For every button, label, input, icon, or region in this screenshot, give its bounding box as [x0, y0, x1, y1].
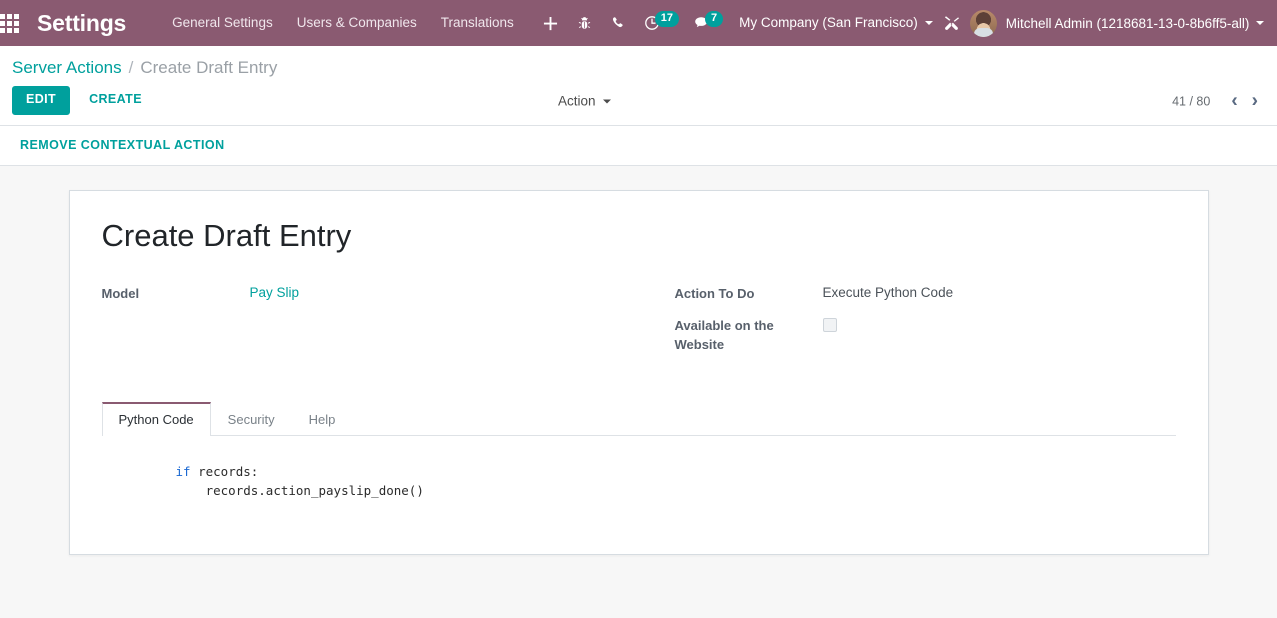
record-pager: 41 / 80 ‹ ›	[1172, 92, 1265, 111]
contextual-action-bar: REMOVE CONTEXTUAL ACTION	[0, 125, 1277, 166]
page-title: Create Draft Entry	[101, 217, 352, 253]
messages-count-badge: 7	[705, 11, 724, 27]
notebook-tabs: Python Code Security Help	[101, 401, 1176, 436]
company-switcher-label: My Company (San Francisco)	[739, 15, 918, 30]
apps-menu-button[interactable]	[0, 0, 19, 46]
content-area: Create Draft Entry Model Pay Slip Action…	[0, 165, 1277, 601]
field-model: Model Pay Slip	[102, 283, 639, 309]
notebook: Python Code Security Help if records: re…	[101, 401, 1176, 536]
python-keyword-if: if	[175, 463, 191, 479]
user-menu-chevron-down-icon	[1256, 21, 1265, 25]
control-panel-buttons: EDIT CREATE Action 41 / 80 ‹ ›	[0, 78, 1277, 125]
bug-icon	[579, 16, 591, 29]
apps-grid-icon	[0, 13, 19, 33]
activities-menu-button[interactable]: 17	[636, 0, 685, 46]
action-dropdown-label: Action	[558, 93, 596, 109]
company-switcher[interactable]: My Company (San Francisco)	[729, 0, 943, 46]
navbar-icon-group: 17 7	[534, 0, 729, 46]
debug-icon-button[interactable]	[568, 0, 602, 46]
form-column-right: Action To Do Execute Python Code Availab…	[639, 283, 1176, 360]
phone-icon-button[interactable]	[602, 0, 636, 46]
activities-count-badge: 17	[654, 11, 680, 27]
python-code-editor[interactable]: if records: records.action_payslip_done(…	[102, 462, 1176, 500]
field-available-on-website-value	[822, 315, 837, 337]
action-dropdown[interactable]: Action	[558, 94, 611, 109]
form-columns: Model Pay Slip Action To Do Execute Pyth…	[102, 283, 1176, 360]
avatar	[969, 9, 997, 37]
top-navbar: Settings General Settings Users & Compan…	[0, 0, 1277, 46]
field-action-to-do-label: Action To Do	[674, 285, 755, 301]
pager-count: 41 / 80	[1172, 94, 1211, 109]
nav-item-users-and-companies[interactable]: Users & Companies	[285, 0, 429, 46]
tab-security[interactable]: Security	[211, 402, 292, 436]
python-code-body: records: records.action_payslip_done()	[198, 463, 424, 498]
remove-contextual-action-button[interactable]: REMOVE CONTEXTUAL ACTION	[18, 136, 227, 154]
pager-next-button[interactable]: ›	[1245, 92, 1265, 111]
field-action-to-do: Action To Do Execute Python Code	[675, 283, 1176, 309]
control-panel: Server Actions / Create Draft Entry EDIT…	[0, 46, 1277, 126]
form-column-left: Model Pay Slip	[102, 283, 639, 360]
breadcrumb-item-current: Create Draft Entry	[140, 58, 278, 77]
phone-icon	[613, 16, 623, 27]
nav-item-general-settings[interactable]: General Settings	[160, 0, 285, 46]
app-brand-settings[interactable]: Settings	[37, 11, 126, 35]
field-available-on-website: Available on the Website	[675, 315, 1176, 354]
field-model-label: Model	[101, 285, 140, 301]
wrench-screwdriver-icon	[944, 15, 959, 30]
available-on-website-checkbox[interactable]	[822, 317, 837, 332]
developer-tools-button[interactable]	[943, 0, 960, 46]
field-model-value[interactable]: Pay Slip	[250, 283, 300, 302]
tab-help[interactable]: Help	[292, 402, 353, 436]
action-chevron-down-icon	[602, 99, 611, 104]
breadcrumb: Server Actions / Create Draft Entry	[0, 46, 1277, 78]
chevron-down-icon	[924, 21, 933, 25]
form-sheet: Create Draft Entry Model Pay Slip Action…	[68, 189, 1209, 555]
breadcrumb-separator: /	[128, 58, 134, 77]
breadcrumb-item-server-actions[interactable]: Server Actions	[12, 58, 122, 78]
navbar-menu: General Settings Users & Companies Trans…	[160, 0, 526, 46]
nav-item-translations[interactable]: Translations	[429, 0, 526, 46]
pager-previous-button[interactable]: ‹	[1224, 92, 1244, 111]
user-menu[interactable]: Mitchell Admin (1218681-13-0-8b6ff5-all)	[960, 9, 1271, 37]
create-button[interactable]: CREATE	[76, 86, 155, 115]
field-action-to-do-value: Execute Python Code	[822, 284, 954, 300]
user-menu-label: Mitchell Admin (1218681-13-0-8b6ff5-all)	[1005, 15, 1250, 31]
tab-pane-python-code: if records: records.action_payslip_done(…	[102, 436, 1176, 536]
add-icon-button[interactable]	[534, 0, 568, 46]
tab-python-code[interactable]: Python Code	[101, 401, 211, 436]
field-available-on-website-label: Available on the Website	[674, 317, 774, 352]
messages-menu-button[interactable]: 7	[685, 0, 729, 46]
edit-button[interactable]: EDIT	[12, 86, 71, 115]
plus-icon	[544, 16, 558, 30]
